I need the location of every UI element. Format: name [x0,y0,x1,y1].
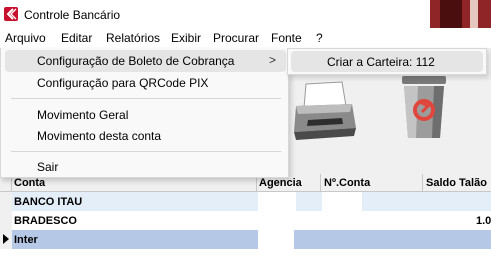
menu-item-criar-carteira[interactable]: Criar a Carteira: 112 [291,51,483,72]
printer-icon[interactable] [290,76,360,146]
bank-logo-icon [4,7,18,21]
trash-icon[interactable] [398,72,450,144]
menu-editar[interactable]: Editar [61,31,92,45]
menu-help[interactable]: ? [316,31,323,45]
row-indicator [0,211,12,230]
cell-conta: BRADESCO [14,215,77,227]
current-row-arrow-icon [3,234,9,244]
title-bar: Controle Bancário [0,0,491,28]
menu-item-movimento-geral[interactable]: Movimento Geral [5,104,286,126]
menu-exibir[interactable]: Exibir [171,31,201,45]
menu-procurar[interactable]: Procurar [213,31,259,45]
accounts-grid: Conta Agencia Nº.Conta Saldo Talão BANCO… [0,174,491,259]
menu-separator [11,151,281,152]
submenu-arrow-icon: > [268,53,276,67]
column-saldo-talao[interactable]: Saldo Talão [423,174,491,192]
cell-agencia-blank [258,192,296,211]
title-decoration [430,0,491,28]
table-row[interactable]: BRADESCO 1.0 [0,211,491,230]
cell-conta: Inter [14,234,38,246]
boleto-submenu: Criar a Carteira: 112 [287,48,487,75]
cell-conta: BANCO ITAU [14,196,83,208]
menu-fonte[interactable]: Fonte [271,31,302,45]
menu-item-config-boleto[interactable]: Configuração de Boleto de Cobrança > [5,50,286,72]
table-row-selected[interactable]: Inter [0,230,491,249]
menu-relatorios[interactable]: Relatórios [106,31,160,45]
row-indicator [0,192,12,211]
menu-arquivo[interactable]: Arquivo [5,31,46,45]
menu-item-movimento-conta[interactable]: Movimento desta conta [5,125,286,147]
menu-separator [11,98,281,99]
menu-item-config-qrcode-pix[interactable]: Configuração para QRCode PIX [5,72,286,94]
table-row[interactable]: BANCO ITAU [0,192,491,211]
cell-agencia-blank [258,230,294,249]
cell-numero-blank [322,192,362,211]
window-title: Controle Bancário [24,8,121,22]
row-indicator [0,230,12,249]
menu-item-sair[interactable]: Sair [5,156,286,178]
cell-saldo: 1.0 [476,215,491,227]
menu-bar: Arquivo Editar Relatórios Exibir Procura… [0,28,491,48]
arquivo-dropdown-menu: Configuração de Boleto de Cobrança > Con… [0,48,289,178]
column-numero-conta[interactable]: Nº.Conta [321,174,423,192]
